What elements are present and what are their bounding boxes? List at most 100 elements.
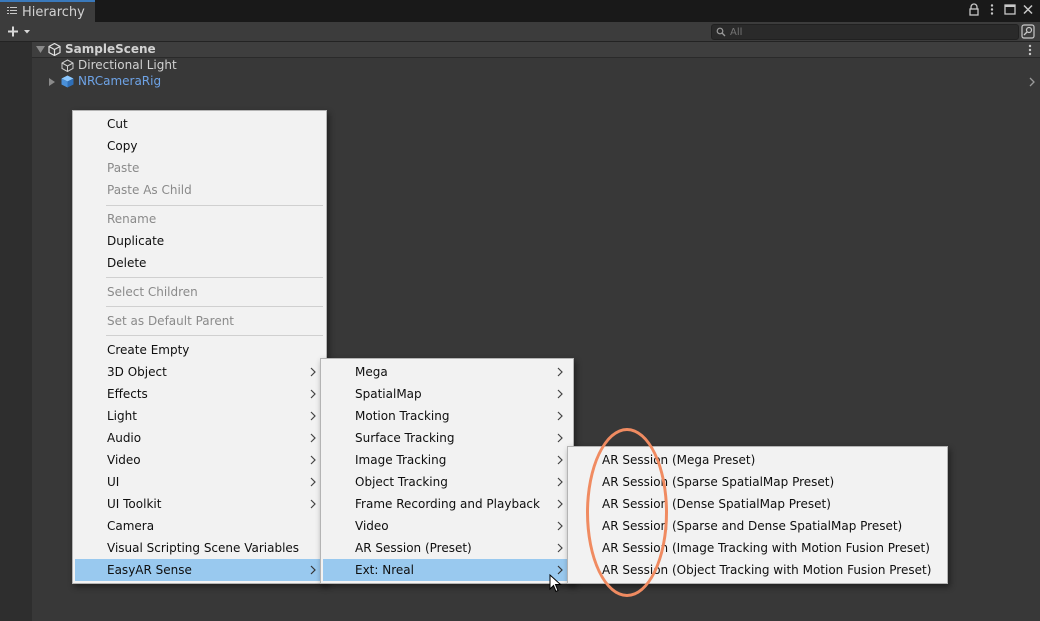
submenu-arrow-icon xyxy=(310,411,316,421)
menu-item-paste-as-child[interactable]: Paste As Child xyxy=(75,179,324,201)
scene-row[interactable]: SampleScene xyxy=(32,42,1040,58)
chevron-right-icon[interactable] xyxy=(1029,77,1035,87)
menu-item-ar-session-mega-preset[interactable]: AR Session (Mega Preset) xyxy=(570,449,945,471)
menu-item-label: Audio xyxy=(107,431,142,445)
menu-item-frame-recording-and-playback[interactable]: Frame Recording and Playback xyxy=(323,493,571,515)
menu-item-create-empty[interactable]: Create Empty xyxy=(75,339,324,361)
menu-item-label: UI Toolkit xyxy=(107,497,162,511)
search-icon xyxy=(716,27,726,37)
search-input[interactable] xyxy=(730,25,1010,39)
menu-separator xyxy=(106,335,323,336)
menu-item-light[interactable]: Light xyxy=(75,405,324,427)
menu-item-label: Ext: Nreal xyxy=(355,563,414,577)
menu-item-video[interactable]: Video xyxy=(75,449,324,471)
expand-arrow-icon[interactable] xyxy=(49,78,55,86)
context-menu: Cut Copy Paste Paste As Child Rename Dup… xyxy=(72,110,327,584)
submenu-arrow-icon xyxy=(310,477,316,487)
menu-item-easyar-sense[interactable]: EasyAR Sense xyxy=(75,559,324,581)
menu-item-copy[interactable]: Copy xyxy=(75,135,324,157)
menu-item-mega[interactable]: Mega xyxy=(323,361,571,383)
scene-name: SampleScene xyxy=(65,42,156,56)
menu-item-label: Video xyxy=(107,453,141,467)
left-gutter xyxy=(0,42,32,621)
menu-item-label: Image Tracking xyxy=(355,453,447,467)
submenu-arrow-icon xyxy=(557,367,563,377)
menu-item-image-tracking[interactable]: Image Tracking xyxy=(323,449,571,471)
menu-item-ar-session-preset[interactable]: AR Session (Preset) xyxy=(323,537,571,559)
menu-item-set-default-parent[interactable]: Set as Default Parent xyxy=(75,310,324,332)
menu-item-duplicate[interactable]: Duplicate xyxy=(75,230,324,252)
add-dropdown-button[interactable] xyxy=(4,24,34,39)
submenu-arrow-icon xyxy=(310,433,316,443)
unity-scene-icon xyxy=(48,43,61,56)
menu-item-delete[interactable]: Delete xyxy=(75,252,324,274)
more-options-icon[interactable] xyxy=(986,3,998,16)
submenu-arrow-icon xyxy=(310,565,316,575)
menu-item-label: Effects xyxy=(107,387,148,401)
submenu-arrow-icon xyxy=(557,389,563,399)
hierarchy-item-directional-light[interactable]: Directional Light xyxy=(32,58,1040,74)
menu-item-label: Video xyxy=(355,519,389,533)
menu-item-effects[interactable]: Effects xyxy=(75,383,324,405)
menu-item-object-tracking[interactable]: Object Tracking xyxy=(323,471,571,493)
submenu-arrow-icon xyxy=(557,499,563,509)
menu-item-ar-session-sparse-spatialmap-preset[interactable]: AR Session (Sparse SpatialMap Preset) xyxy=(570,471,945,493)
menu-item-visual-scripting-scene-variables[interactable]: Visual Scripting Scene Variables xyxy=(75,537,324,559)
submenu-arrow-icon xyxy=(310,367,316,377)
menu-item-spatialmap[interactable]: SpatialMap xyxy=(323,383,571,405)
prefab-cube-icon xyxy=(61,75,74,88)
menu-separator xyxy=(106,277,323,278)
menu-item-surface-tracking[interactable]: Surface Tracking xyxy=(323,427,571,449)
maximize-icon[interactable] xyxy=(1004,3,1016,16)
menu-item-label: Object Tracking xyxy=(355,475,448,489)
menu-item-3d-object[interactable]: 3D Object xyxy=(75,361,324,383)
collapse-arrow-icon[interactable] xyxy=(36,46,45,54)
cube-outline-icon xyxy=(61,59,74,72)
item-label: NRCameraRig xyxy=(78,74,162,88)
menu-item-label: UI xyxy=(107,475,120,489)
submenu-arrow-icon xyxy=(557,455,563,465)
submenu-arrow-icon xyxy=(557,477,563,487)
submenu-arrow-icon xyxy=(557,543,563,553)
tab-hierarchy[interactable]: Hierarchy xyxy=(0,0,95,22)
menu-item-label: Camera xyxy=(107,519,155,533)
menu-item-label: Light xyxy=(107,409,137,423)
menu-item-label: Surface Tracking xyxy=(355,431,455,445)
close-icon[interactable] xyxy=(1022,3,1034,16)
submenu-arrow-icon xyxy=(310,499,316,509)
item-label: Directional Light xyxy=(78,58,177,72)
menu-item-ui[interactable]: UI xyxy=(75,471,324,493)
menu-item-cut[interactable]: Cut xyxy=(75,113,324,135)
submenu-arrow-icon xyxy=(557,433,563,443)
menu-item-camera[interactable]: Camera xyxy=(75,515,324,537)
search-field[interactable] xyxy=(711,24,1019,40)
menu-item-select-children[interactable]: Select Children xyxy=(75,281,324,303)
menu-item-ar-session-sparse-and-dense-preset[interactable]: AR Session (Sparse and Dense SpatialMap … xyxy=(570,515,945,537)
menu-item-motion-tracking[interactable]: Motion Tracking xyxy=(323,405,571,427)
menu-item-ar-session-dense-spatialmap-preset[interactable]: AR Session (Dense SpatialMap Preset) xyxy=(570,493,945,515)
menu-item-label: Motion Tracking xyxy=(355,409,450,423)
menu-item-ar-session-object-tracking-motion-fusion-preset[interactable]: AR Session (Object Tracking with Motion … xyxy=(570,559,945,581)
nreal-submenu: AR Session (Mega Preset) AR Session (Spa… xyxy=(567,446,948,584)
menu-item-ext-nreal[interactable]: Ext: Nreal xyxy=(323,559,571,581)
list-icon xyxy=(7,7,17,14)
menu-item-rename[interactable]: Rename xyxy=(75,208,324,230)
menu-item-label: SpatialMap xyxy=(355,387,422,401)
menu-separator xyxy=(106,205,323,206)
scene-picker-icon[interactable] xyxy=(1021,24,1035,39)
hierarchy-item-nrcamerarig[interactable]: NRCameraRig xyxy=(32,74,1040,90)
menu-item-label: Visual Scripting Scene Variables xyxy=(107,541,300,555)
menu-item-paste[interactable]: Paste xyxy=(75,157,324,179)
menu-item-ui-toolkit[interactable]: UI Toolkit xyxy=(75,493,324,515)
menu-item-label: 3D Object xyxy=(107,365,167,379)
easyar-submenu: Mega SpatialMap Motion Tracking Surface … xyxy=(320,358,574,584)
menu-item-audio[interactable]: Audio xyxy=(75,427,324,449)
scene-options-icon[interactable] xyxy=(1028,44,1032,56)
menu-item-label: Mega xyxy=(355,365,388,379)
lock-icon[interactable] xyxy=(968,3,980,16)
menu-item-video[interactable]: Video xyxy=(323,515,571,537)
submenu-arrow-icon xyxy=(557,521,563,531)
menu-separator xyxy=(106,306,323,307)
tab-label: Hierarchy xyxy=(22,5,85,20)
menu-item-ar-session-image-tracking-motion-fusion-preset[interactable]: AR Session (Image Tracking with Motion F… xyxy=(570,537,945,559)
